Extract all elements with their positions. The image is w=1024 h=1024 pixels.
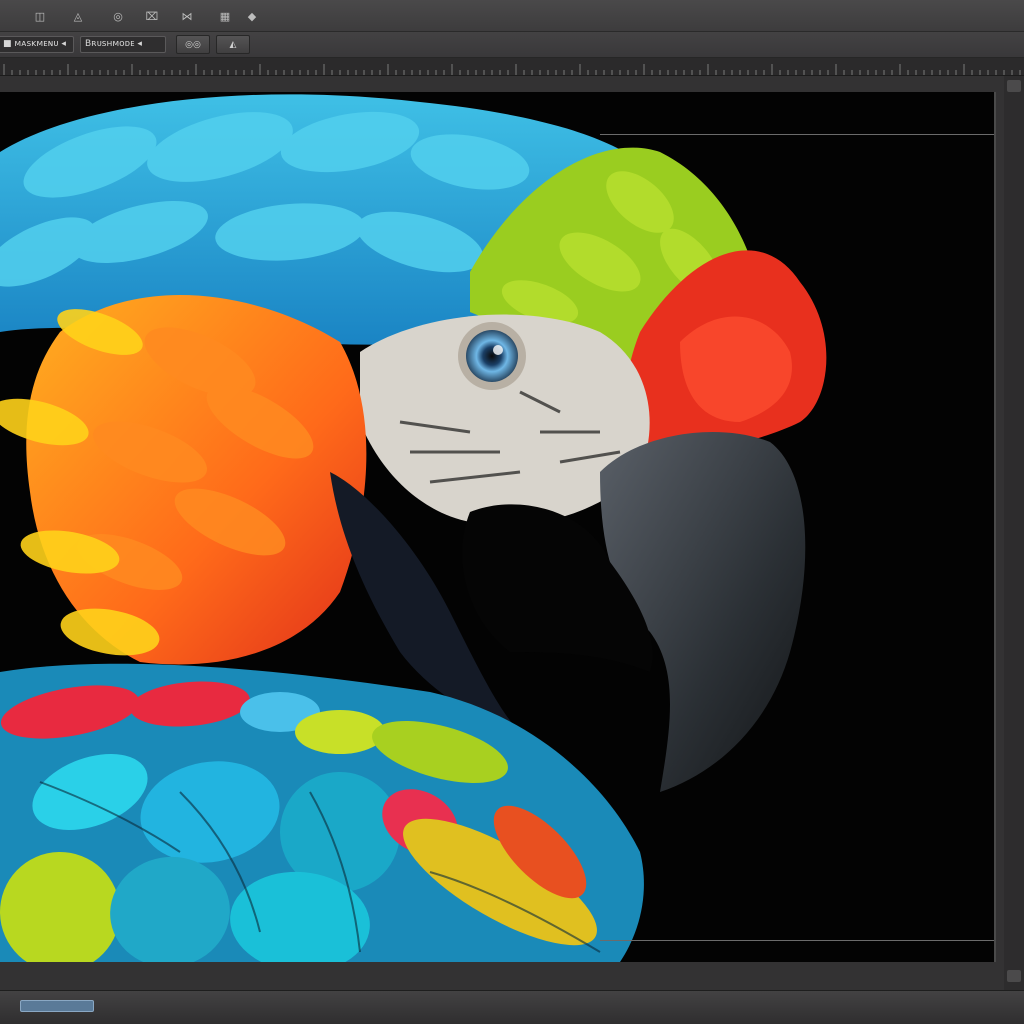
- shape-toggle-button[interactable]: ◭: [216, 35, 250, 54]
- parrot-image: [0, 94, 827, 962]
- vertical-scrollbar[interactable]: [1004, 76, 1024, 990]
- layers-icon[interactable]: ◎: [108, 8, 128, 24]
- warp-tool-icon[interactable]: ⋈: [176, 8, 198, 24]
- grid-icon[interactable]: ▦: [218, 8, 232, 24]
- guide-line-bottom: [600, 940, 994, 941]
- zoom-field[interactable]: [20, 1000, 94, 1012]
- status-bar: [0, 990, 1024, 1024]
- ruler-ticks: [3, 64, 1021, 75]
- brush-mode-dropdown[interactable]: Bʀᴜsʜᴍᴏᴅᴇ ◂: [80, 36, 166, 53]
- mask-mode-dropdown[interactable]: ■ ᴍᴀsᴋᴍᴇɴᴜ ◂: [0, 36, 74, 53]
- top-toolbar: ◫ ◬ ◎ ⌧ ⋈ ▦ ◆: [0, 0, 1024, 32]
- paint-tool-icon[interactable]: ◬: [68, 8, 88, 24]
- document-canvas[interactable]: [0, 92, 996, 962]
- scroll-up-icon[interactable]: [1007, 80, 1021, 92]
- horizontal-ruler: [0, 58, 1024, 76]
- guide-line-top: [600, 134, 994, 135]
- canvas-area[interactable]: [0, 76, 1024, 990]
- text-tool-icon[interactable]: ◫: [30, 8, 50, 24]
- select-tool-icon[interactable]: ⌧: [144, 8, 160, 24]
- options-bar: ■ ᴍᴀsᴋᴍᴇɴᴜ ◂ Bʀᴜsʜᴍᴏᴅᴇ ◂ ◎◎ ◭: [0, 32, 1024, 58]
- scroll-down-icon[interactable]: [1007, 970, 1021, 982]
- diamond-icon[interactable]: ◆: [246, 8, 258, 24]
- view-toggle-button[interactable]: ◎◎: [176, 35, 210, 54]
